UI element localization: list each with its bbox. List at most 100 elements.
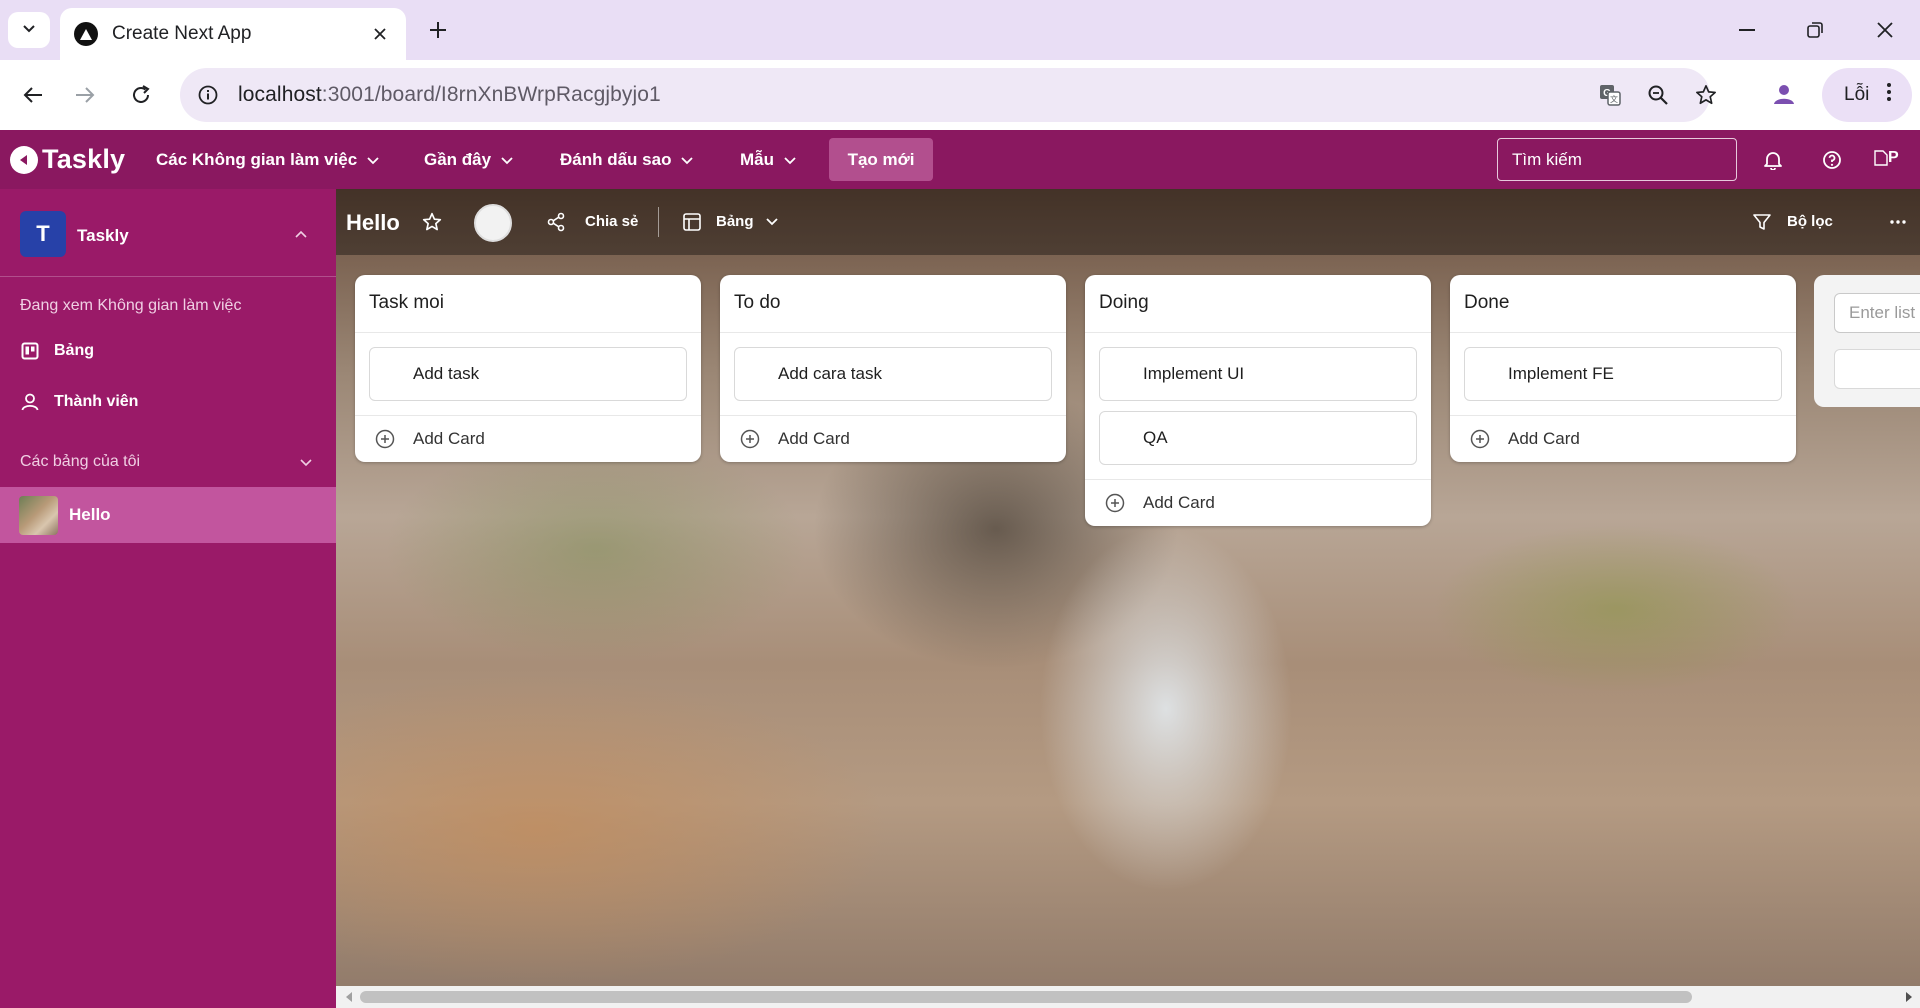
reload-icon xyxy=(133,85,150,103)
menu-starred-label: Đánh dấu sao xyxy=(560,149,672,169)
profile-button[interactable] xyxy=(1764,74,1804,114)
sidebar-item-members[interactable]: Thành viên xyxy=(0,378,336,426)
menu-templates[interactable]: Mẫu xyxy=(740,130,796,189)
menu-workspaces[interactable]: Các Không gian làm việc xyxy=(156,130,379,189)
menu-starred[interactable]: Đánh dấu sao xyxy=(560,130,694,189)
logo-text: Taskly xyxy=(42,144,126,174)
card[interactable]: Add task xyxy=(369,347,687,401)
list-title[interactable]: Task moi xyxy=(355,275,701,333)
share-icon[interactable] xyxy=(544,210,568,234)
add-card-label: Add Card xyxy=(413,429,485,448)
restore-button[interactable] xyxy=(1792,12,1838,48)
card[interactable]: QA xyxy=(1099,411,1417,465)
scrollbar-thumb[interactable] xyxy=(360,991,1692,1003)
board-title[interactable]: Hello xyxy=(346,210,400,236)
board-icon xyxy=(20,341,40,361)
sidebar-item-boards[interactable]: Bảng xyxy=(0,327,336,375)
add-card-button[interactable]: Add Card xyxy=(1450,415,1796,462)
horizontal-scrollbar[interactable] xyxy=(336,986,1920,1008)
chevron-down-icon xyxy=(501,150,513,170)
browser-tab[interactable]: Create Next App xyxy=(60,8,406,60)
list-title[interactable]: To do xyxy=(720,275,1066,333)
new-list-input[interactable] xyxy=(1834,293,1920,333)
filter-icon[interactable] xyxy=(1750,210,1774,234)
add-card-button[interactable]: Add Card xyxy=(1085,479,1431,526)
menu-recent[interactable]: Gần đây xyxy=(424,130,513,189)
menu-recent-label: Gần đây xyxy=(424,149,492,169)
forward-button[interactable] xyxy=(66,76,104,114)
add-list-button[interactable] xyxy=(1834,349,1920,389)
chevron-down-icon[interactable] xyxy=(296,453,316,473)
add-card-button[interactable]: Add Card xyxy=(355,415,701,462)
help-icon[interactable] xyxy=(1817,145,1847,175)
arrow-right-icon xyxy=(76,87,95,103)
list-title[interactable]: Doing xyxy=(1085,275,1431,333)
workspace-name: Taskly xyxy=(77,226,129,245)
list-title[interactable]: Done xyxy=(1450,275,1796,333)
browser-tabstrip: Create Next App xyxy=(0,0,1920,60)
close-tab-icon[interactable] xyxy=(368,22,392,46)
user-avatar[interactable]: P xyxy=(1874,146,1914,170)
add-card-label: Add Card xyxy=(1143,493,1215,512)
card[interactable]: Implement UI xyxy=(1099,347,1417,401)
sidebar: T Taskly Đang xem Không gian làm việc Bả… xyxy=(0,189,336,1008)
plus-circle-icon xyxy=(1105,493,1125,513)
error-menu-button[interactable]: Lỗi xyxy=(1822,68,1912,122)
nextjs-favicon-icon xyxy=(74,22,98,46)
back-button[interactable] xyxy=(14,76,52,114)
url-text: localhost:3001/board/I8rnXnBWrpRacgjbyjo… xyxy=(238,83,661,106)
add-card-label: Add Card xyxy=(1508,429,1580,448)
board-thumbnail xyxy=(19,495,58,535)
card[interactable]: Add cara task xyxy=(734,347,1052,401)
app-logo[interactable]: Taskly xyxy=(10,144,125,175)
member-avatar[interactable] xyxy=(474,204,512,242)
scroll-left-icon[interactable] xyxy=(342,990,356,1004)
address-bar[interactable]: localhost:3001/board/I8rnXnBWrpRacgjbyjo… xyxy=(180,68,1716,122)
search-input[interactable] xyxy=(1497,138,1737,181)
translate-icon[interactable]: G文 xyxy=(1590,75,1630,115)
new-tab-button[interactable] xyxy=(422,14,454,46)
card[interactable]: Implement FE xyxy=(1464,347,1782,401)
star-icon[interactable] xyxy=(420,210,444,234)
bookmark-star-icon[interactable] xyxy=(1686,75,1726,115)
share-button[interactable]: Chia sẻ xyxy=(585,213,638,230)
my-boards-heading: Các bảng của tôi xyxy=(20,453,141,470)
chevron-down-icon xyxy=(784,150,796,170)
arrow-left-icon xyxy=(23,87,42,103)
new-list-composer xyxy=(1814,275,1920,407)
scroll-right-icon[interactable] xyxy=(1902,990,1916,1004)
view-switch-button[interactable]: Bảng xyxy=(716,213,754,230)
close-icon xyxy=(1877,22,1893,38)
create-button[interactable]: Tạo mới xyxy=(829,138,933,181)
board-header: Hello Chia sẻ Bảng Bộ lọc xyxy=(336,189,1920,255)
zoom-icon[interactable] xyxy=(1638,75,1678,115)
sidebar-board-label: Hello xyxy=(69,505,111,524)
add-card-button[interactable]: Add Card xyxy=(720,415,1066,462)
list-to-do: To do Add cara task Add Card xyxy=(720,275,1066,462)
reload-button[interactable] xyxy=(122,76,160,114)
site-info-icon[interactable] xyxy=(188,75,228,115)
plus-circle-icon xyxy=(740,429,760,449)
minimize-button[interactable] xyxy=(1724,12,1770,48)
filter-button[interactable]: Bộ lọc xyxy=(1787,213,1833,230)
list-doing: Doing Implement UI QA Add Card xyxy=(1085,275,1431,526)
workspace-avatar: T xyxy=(20,211,66,257)
person-icon xyxy=(1774,85,1794,104)
chevron-down-icon[interactable] xyxy=(760,210,784,234)
viewing-workspace-label: Đang xem Không gian làm việc xyxy=(20,297,242,314)
chevron-down-icon xyxy=(22,21,36,39)
chevron-up-icon[interactable] xyxy=(290,223,312,245)
tab-title: Create Next App xyxy=(112,23,252,44)
sidebar-item-label: Thành viên xyxy=(54,393,139,410)
close-window-button[interactable] xyxy=(1862,12,1908,48)
notification-bell-icon[interactable] xyxy=(1758,145,1788,175)
tab-search-button[interactable] xyxy=(8,12,50,48)
table-view-icon[interactable] xyxy=(680,210,704,234)
error-label: Lỗi xyxy=(1844,84,1870,105)
add-card-label: Add Card xyxy=(778,429,850,448)
plus-icon xyxy=(430,22,446,38)
more-horizontal-icon[interactable] xyxy=(1886,210,1910,234)
board-canvas: Hello Chia sẻ Bảng Bộ lọc Task moi Add t… xyxy=(336,189,1920,1008)
sidebar-board-hello[interactable]: Hello xyxy=(0,487,336,543)
logo-icon xyxy=(10,145,38,174)
